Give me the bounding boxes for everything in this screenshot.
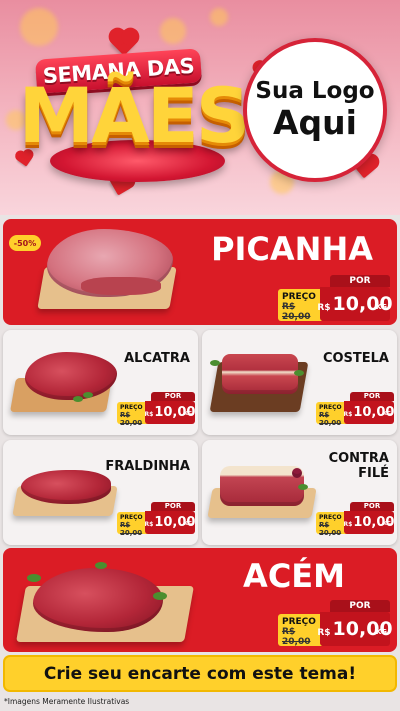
bokeh-light <box>20 8 58 46</box>
logo-placeholder[interactable]: Sua Logo Aqui <box>243 38 387 182</box>
tomato-garnish <box>292 468 302 478</box>
product-name: COSTELA <box>322 351 389 366</box>
herb-garnish <box>27 574 41 582</box>
current-price: R$ 10,00 KG <box>344 511 394 534</box>
price-tag: POR PREÇO R$ 20,00 R$ 10,00 KG <box>316 392 394 427</box>
product-name: PICANHA <box>211 230 373 268</box>
product-image-acem <box>33 568 163 632</box>
product-card-alcatra[interactable]: ALCATRA POR PREÇO R$ 20,00 R$ 10,00 KG <box>3 330 198 435</box>
por-label: POR <box>151 392 195 401</box>
discount-badge: -50% <box>9 235 41 251</box>
product-card-contra-file[interactable]: CONTRA FILÉ POR PREÇO R$ 20,00 R$ 10,00 … <box>202 440 397 545</box>
unit-label: KG <box>375 303 387 311</box>
product-name: FRALDINHA <box>105 459 190 474</box>
current-price: R$ 10,00 KG <box>344 401 394 424</box>
price-tag: POR PREÇO R$ 20,00 R$ 10,00 KG <box>278 600 393 647</box>
price-tag: POR PREÇO R$ 20,00 R$ 10,00 KG <box>316 502 394 537</box>
current-price: R$ 10,00 KG <box>317 287 393 321</box>
product-name-line1: CONTRA <box>328 451 389 466</box>
por-label: POR <box>350 502 394 511</box>
product-name: ALCATRA <box>124 351 190 366</box>
old-price: R$ 20,00 <box>319 411 342 427</box>
herb-garnish <box>73 396 83 402</box>
product-card-acem[interactable]: ACÉM POR PREÇO R$ 20,00 R$ 10,00 KG <box>3 548 397 652</box>
unit-label: KG <box>184 411 192 417</box>
product-card-costela[interactable]: COSTELA POR PREÇO R$ 20,00 R$ 10,00 KG <box>202 330 397 435</box>
price-tag: POR PREÇO R$ 20,00 R$ 10,00 KG <box>117 502 195 537</box>
product-name: CONTRA FILÉ <box>328 451 389 482</box>
price-tag: POR PREÇO R$ 20,00 R$ 10,00 KG <box>278 275 393 322</box>
currency-symbol: R$ <box>317 628 331 638</box>
product-card-fraldinha[interactable]: FRALDINHA POR PREÇO R$ 20,00 R$ 10,00 KG <box>3 440 198 545</box>
currency-symbol: R$ <box>343 411 353 418</box>
preco-label: PREÇO <box>120 514 143 521</box>
footnote: *Imagens Meramente Ilustrativas <box>4 697 130 706</box>
preco-box: PREÇO R$ 20,00 <box>278 614 322 647</box>
por-label: POR <box>330 275 390 287</box>
current-price: R$ 10,00 KG <box>145 511 195 534</box>
product-name: ACÉM <box>243 557 345 595</box>
preco-label: PREÇO <box>319 404 342 411</box>
bokeh-light <box>210 8 228 26</box>
header-banner: SEMANA DAS MÃES Sua Logo Aqui <box>0 0 400 215</box>
currency-symbol: R$ <box>343 521 353 528</box>
bokeh-light <box>160 18 186 44</box>
product-image-fraldinha <box>21 470 111 504</box>
herb-garnish <box>294 370 304 376</box>
unit-label: KG <box>383 411 391 417</box>
unit-label: KG <box>375 628 387 636</box>
product-image-costela <box>222 354 298 394</box>
price-tag: POR PREÇO R$ 20,00 R$ 10,00 KG <box>117 392 195 427</box>
por-label: POR <box>350 392 394 401</box>
herb-garnish <box>83 392 93 398</box>
preco-box: PREÇO R$ 20,00 <box>278 289 322 322</box>
herb-garnish <box>95 562 107 569</box>
herb-garnish <box>298 484 308 490</box>
old-price: R$ 20,00 <box>319 521 342 537</box>
herb-garnish <box>153 592 167 600</box>
preco-label: PREÇO <box>282 617 316 627</box>
logo-text-line1: Sua Logo <box>255 78 375 105</box>
old-price: R$ 20,00 <box>120 411 143 427</box>
unit-label: KG <box>184 521 192 527</box>
product-name-line2: FILÉ <box>358 465 389 481</box>
current-price: R$ 10,00 KG <box>317 612 393 646</box>
cta-banner[interactable]: Crie seu encarte com este tema! <box>3 655 397 692</box>
herb-garnish <box>210 360 220 366</box>
unit-label: KG <box>383 521 391 527</box>
por-label: POR <box>330 600 390 612</box>
product-card-picanha[interactable]: PICANHA POR PREÇO R$ 20,00 R$ 10,00 KG <box>3 219 397 325</box>
current-price: R$ 10,00 KG <box>145 401 195 424</box>
preco-label: PREÇO <box>319 514 342 521</box>
preco-label: PREÇO <box>282 292 316 302</box>
por-label: POR <box>151 502 195 511</box>
preco-label: PREÇO <box>120 404 143 411</box>
currency-symbol: R$ <box>144 521 154 528</box>
logo-text-line2: Aqui <box>273 102 357 142</box>
old-price: R$ 20,00 <box>282 302 311 322</box>
product-image-fat <box>81 277 161 295</box>
old-price: R$ 20,00 <box>282 627 311 647</box>
old-price: R$ 20,00 <box>120 521 143 537</box>
title-big: MÃES <box>18 71 250 160</box>
currency-symbol: R$ <box>144 411 154 418</box>
currency-symbol: R$ <box>317 303 331 313</box>
